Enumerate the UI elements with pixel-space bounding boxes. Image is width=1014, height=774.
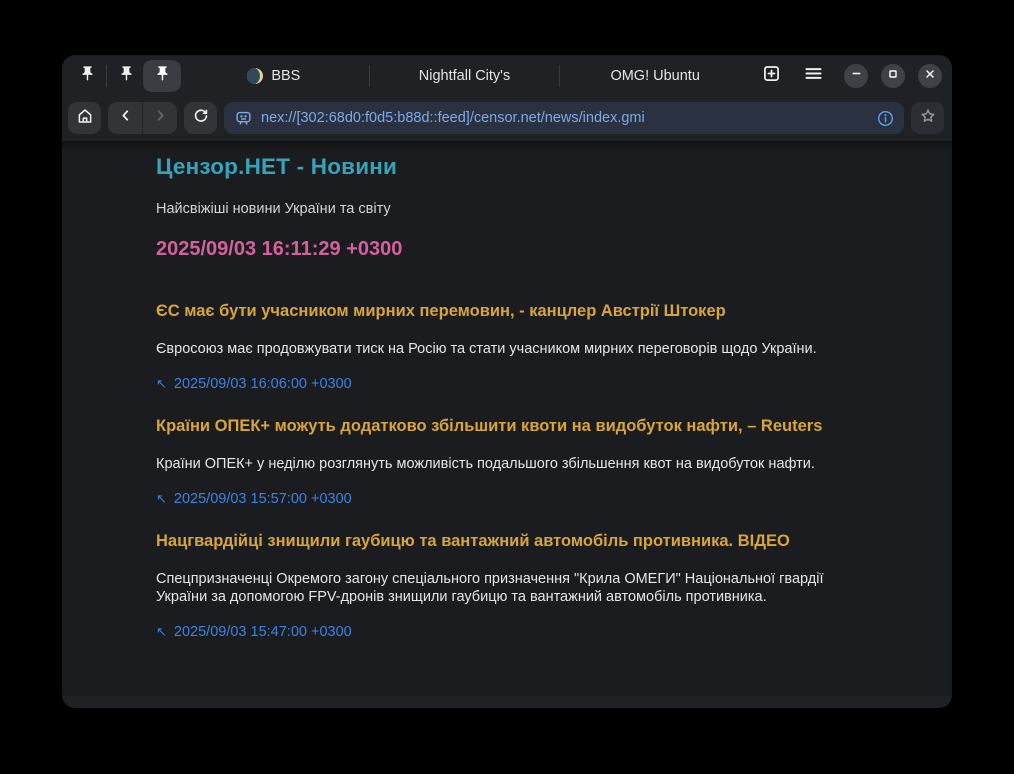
pushpin-icon [79,65,96,87]
close-icon [924,67,936,85]
article-timestamp-link[interactable]: ↖ 2025/09/03 16:06:00 +0300 [156,376,352,392]
maximize-button[interactable] [881,64,905,88]
tab-omg-ubuntu[interactable]: OMG! Ubuntu [562,55,748,97]
minimize-button[interactable] [844,64,868,88]
tab-label: BBS [271,68,300,84]
page-content: Цензор.НЕТ - Новини Найсвіжіші новини Ук… [62,141,952,696]
feed-date-heading: 2025/09/03 16:11:29 +0300 [156,238,864,261]
article-summary: Євросоюз має продовжувати тиск на Росію … [156,340,828,358]
tab-bar: BBS Nightfall City's OMG! Ubuntu [62,55,952,97]
maximize-icon [887,67,899,85]
navigation-bar: nex://[302:68d0:f0d5:b88d::feed]/censor.… [62,97,952,141]
timestamp-text: 2025/09/03 15:47:00 +0300 [174,624,352,640]
home-button[interactable] [68,102,101,134]
url-text[interactable]: nex://[302:68d0:f0d5:b88d::feed]/censor.… [261,110,868,126]
new-tab-button[interactable] [758,63,784,89]
forward-button-disabled[interactable] [143,102,177,134]
tab-nightfall-citys[interactable]: Nightfall City's [372,55,558,97]
history-nav-group [108,102,177,134]
article-heading: Нацгвардійці знищили гаубицю та вантажни… [156,532,864,551]
browser-window: BBS Nightfall City's OMG! Ubuntu [62,55,952,708]
timestamp-text: 2025/09/03 16:06:00 +0300 [174,376,352,392]
link-arrow-icon: ↖ [156,493,167,506]
tab-label: OMG! Ubuntu [610,68,699,84]
page-subtitle: Найсвіжіші новини України та світу [156,201,864,217]
back-button[interactable] [108,102,142,134]
minimize-icon [850,67,863,85]
article-summary: Спецпризначенці Окремого загону спеціаль… [156,570,828,607]
plus-square-icon [761,63,782,89]
pinned-tab-3-active[interactable] [143,60,181,92]
chevron-right-icon [152,107,169,129]
pushpin-icon [154,65,171,87]
tab-bbs[interactable]: BBS [181,55,367,97]
tabbar-divider [106,65,107,87]
close-button[interactable] [918,64,942,88]
link-arrow-icon: ↖ [156,378,167,391]
hamburger-icon [803,63,824,89]
link-arrow-icon: ↖ [156,626,167,639]
article-item: Країни ОПЕК+ можуть додатково збільшити … [156,417,864,508]
bookmark-button[interactable] [911,102,944,134]
article-timestamp-link[interactable]: ↖ 2025/09/03 15:47:00 +0300 [156,624,352,640]
moon-favicon-icon [247,68,263,84]
reload-icon [192,107,210,130]
page-title: Цензор.НЕТ - Новини [156,154,864,180]
tabbar-divider [369,65,370,87]
url-bar[interactable]: nex://[302:68d0:f0d5:b88d::feed]/censor.… [224,102,904,134]
star-icon [919,107,937,130]
article-timestamp-link[interactable]: ↖ 2025/09/03 15:57:00 +0300 [156,491,352,507]
tabbar-divider [559,65,560,87]
article-heading: Країни ОПЕК+ можуть додатково збільшити … [156,417,864,436]
pushpin-icon [118,65,135,87]
article-item: Нацгвардійці знищили гаубицю та вантажни… [156,532,864,641]
timestamp-text: 2025/09/03 15:57:00 +0300 [174,491,352,507]
pinned-tab-1[interactable] [70,60,104,92]
article-item: ЄС має бути учасником мирних перемовин, … [156,302,864,393]
menu-button[interactable] [800,63,826,89]
home-icon [76,107,94,130]
tab-label: Nightfall City's [419,68,510,84]
article-list: ЄС має бути учасником мирних перемовин, … [156,302,864,641]
chevron-left-icon [117,107,134,129]
reload-button[interactable] [184,102,217,134]
article-summary: Країни ОПЕК+ у неділю розглянуть можливі… [156,455,828,473]
article-heading: ЄС має бути учасником мирних перемовин, … [156,302,864,321]
pinned-tab-2[interactable] [109,60,143,92]
info-icon[interactable] [876,109,895,128]
window-controls [844,64,942,88]
terminal-monitor-icon [234,109,253,128]
